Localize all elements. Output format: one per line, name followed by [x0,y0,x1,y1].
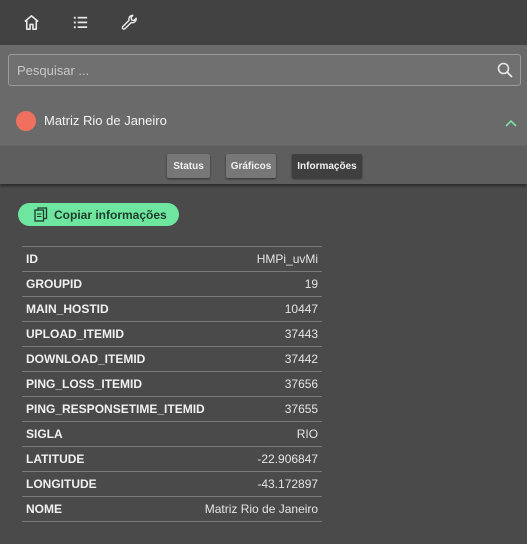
table-row: LATITUDE -22.906847 [22,446,323,472]
status-indicator [16,110,36,131]
unit-name: Matriz Rio de Janeiro [44,113,167,128]
info-value: 37656 [284,377,319,391]
tab-graficos[interactable]: Gráficos [226,154,276,178]
list-icon[interactable] [71,13,90,32]
copy-icon [34,207,48,222]
info-value: -43.172897 [257,477,319,491]
unit-header[interactable]: Matriz Rio de Janeiro [0,95,527,146]
top-toolbar [0,0,527,45]
table-row: UPLOAD_ITEMID 37443 [22,321,323,347]
chevron-up-icon[interactable] [505,114,517,132]
search-input[interactable] [9,55,490,85]
home-icon[interactable] [22,13,41,32]
info-key: DOWNLOAD_ITEMID [26,352,146,366]
info-value: 10447 [284,302,319,316]
info-value: Matriz Rio de Janeiro [204,502,319,516]
info-key: PING_RESPONSETIME_ITEMID [26,402,205,416]
table-row: LONGITUDE -43.172897 [22,471,323,497]
info-key: PING_LOSS_ITEMID [26,377,143,391]
search-icon[interactable] [490,62,520,78]
copy-info-label: Copiar informações [54,207,167,222]
table-row: DOWNLOAD_ITEMID 37442 [22,346,323,372]
info-key: UPLOAD_ITEMID [26,327,125,341]
info-value: -22.906847 [257,452,319,466]
info-value: HMPi_uvMi [256,252,319,266]
tab-bar: Status Gráficos Informações [0,146,527,184]
table-row: NOME Matriz Rio de Janeiro [22,496,323,522]
table-row: MAIN_HOSTID 10447 [22,296,323,322]
table-row: GROUPID 19 [22,271,323,297]
info-key: GROUPID [26,277,83,291]
info-value: 37443 [284,327,319,341]
tab-status[interactable]: Status [167,154,210,178]
info-key: NOME [26,502,62,516]
table-row: PING_LOSS_ITEMID 37656 [22,371,323,397]
info-value: 19 [304,277,319,291]
info-table: ID HMPi_uvMi GROUPID 19 MAIN_HOSTID 10447 U… [22,246,323,522]
info-key: MAIN_HOSTID [26,302,109,316]
info-key: LONGITUDE [26,477,97,491]
info-value: 37655 [284,402,319,416]
info-value: 37442 [284,352,319,366]
tab-informacoes[interactable]: Informações [292,154,362,178]
table-row: SIGLA RIO [22,421,323,447]
table-row: ID HMPi_uvMi [22,246,323,272]
info-value: RIO [296,427,319,441]
info-key: LATITUDE [26,452,85,466]
info-key: ID [26,252,38,266]
copy-info-button[interactable]: Copiar informações [18,203,179,226]
wrench-icon[interactable] [120,13,139,32]
info-key: SIGLA [26,427,63,441]
table-row: PING_RESPONSETIME_ITEMID 37655 [22,396,323,422]
search-box [8,54,521,86]
search-panel [0,45,527,95]
